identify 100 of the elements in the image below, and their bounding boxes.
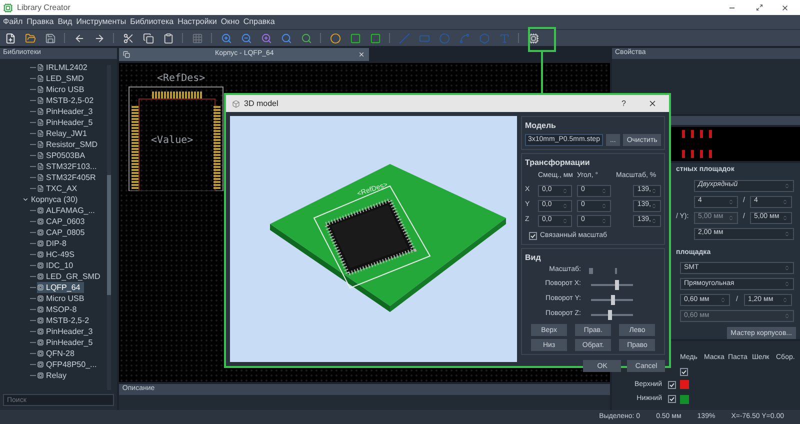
window-title: Library Creator bbox=[17, 2, 70, 14]
tree-item[interactable]: MSTB-2,5-02 bbox=[37, 95, 98, 106]
layer-color-swatch[interactable] bbox=[680, 380, 689, 390]
new-file-icon[interactable] bbox=[4, 32, 16, 44]
checkbox[interactable] bbox=[680, 368, 688, 376]
clipboard-icon[interactable] bbox=[162, 32, 174, 44]
tree-item[interactable]: ALFAMAG_... bbox=[37, 205, 99, 216]
arrow-left-icon[interactable] bbox=[73, 32, 85, 44]
circle-icon[interactable] bbox=[329, 32, 341, 44]
chip-icon bbox=[37, 218, 44, 225]
chip-icon bbox=[37, 317, 44, 324]
tree-item[interactable]: PinHeader_5 bbox=[37, 117, 97, 128]
chip-icon bbox=[37, 295, 44, 302]
maximize-icon bbox=[756, 4, 763, 11]
tree-item[interactable]: PinHeader_3 bbox=[37, 326, 97, 337]
symbol-icon bbox=[37, 97, 44, 104]
open-folder-icon[interactable] bbox=[24, 32, 36, 44]
chip-icon bbox=[37, 251, 44, 258]
save-icon[interactable] bbox=[44, 32, 56, 44]
symbol-icon bbox=[37, 130, 44, 137]
menu-item[interactable]: Файл bbox=[3, 16, 23, 28]
chip-icon bbox=[37, 372, 44, 379]
menu-item[interactable]: Настройки bbox=[178, 16, 217, 28]
tree-folder[interactable]: Корпуса (30) bbox=[0, 194, 78, 205]
tree-item[interactable]: SP0503BA bbox=[37, 150, 90, 161]
menu-item[interactable]: Инструменты bbox=[76, 16, 126, 28]
tree-item[interactable]: HC-49S bbox=[37, 249, 78, 260]
tree-item[interactable]: STM32F405R bbox=[37, 172, 100, 183]
chip-icon[interactable] bbox=[527, 32, 539, 44]
tree-item[interactable]: Relay_JW1 bbox=[37, 128, 91, 139]
chip-icon bbox=[37, 229, 44, 236]
check-icon bbox=[669, 396, 675, 402]
square-icon[interactable] bbox=[369, 32, 381, 44]
maximize-button[interactable] bbox=[756, 4, 763, 11]
layer-color-swatch[interactable] bbox=[680, 394, 689, 404]
chip-icon bbox=[37, 350, 44, 357]
slider-thumb[interactable] bbox=[608, 310, 612, 320]
tree-item[interactable]: LED_SMD bbox=[37, 73, 88, 84]
scrollbar[interactable] bbox=[107, 65, 112, 390]
help-button[interactable]: ? bbox=[622, 98, 626, 110]
menu-item[interactable]: Вид bbox=[58, 16, 72, 28]
symbol-icon bbox=[37, 163, 44, 170]
check-icon bbox=[669, 382, 675, 388]
group-title: Вид bbox=[525, 252, 542, 264]
tree-item[interactable]: PinHeader_5 bbox=[37, 337, 97, 348]
menu-item[interactable]: Библиотека bbox=[130, 16, 174, 28]
close-button[interactable] bbox=[781, 4, 789, 12]
chip-icon bbox=[37, 306, 44, 313]
tree-item[interactable]: LED_GR_SMD bbox=[37, 271, 104, 282]
symbol-icon bbox=[37, 64, 44, 71]
tree-item[interactable]: QFN-28 bbox=[37, 348, 78, 359]
zoom-in-icon[interactable] bbox=[260, 32, 272, 44]
tree-item[interactable]: PinHeader_3 bbox=[37, 106, 97, 117]
group-title: Трансформации bbox=[525, 157, 591, 169]
square-icon[interactable] bbox=[349, 32, 361, 44]
tree-item[interactable]: MSOP-8 bbox=[37, 304, 81, 315]
chip-icon bbox=[37, 328, 44, 335]
menu-item[interactable]: Правка bbox=[26, 16, 54, 28]
chip-icon bbox=[37, 240, 44, 247]
checkbox[interactable] bbox=[529, 232, 537, 240]
search-icon[interactable] bbox=[280, 32, 292, 44]
tree-item[interactable]: Micro USB bbox=[37, 293, 88, 304]
tree-item[interactable]: TXC_AX bbox=[37, 183, 82, 194]
scrollbar-thumb[interactable] bbox=[107, 175, 112, 295]
chip-icon bbox=[37, 361, 44, 368]
tree-item[interactable]: Micro USB bbox=[37, 84, 88, 95]
close-icon bbox=[781, 4, 789, 12]
tree-item[interactable]: STM32F103... bbox=[37, 161, 101, 172]
tree-item[interactable]: LQFP_64 bbox=[37, 282, 84, 293]
tree-item[interactable]: CAP_0805 bbox=[37, 227, 89, 238]
zoom-in-icon[interactable] bbox=[220, 32, 232, 44]
tab-icon bbox=[123, 51, 130, 58]
symbol-icon bbox=[37, 152, 44, 159]
zoom-out-icon[interactable] bbox=[240, 32, 252, 44]
arrow-right-icon[interactable] bbox=[93, 32, 105, 44]
check-icon bbox=[530, 232, 536, 239]
tree-item[interactable]: IDC_10 bbox=[37, 260, 78, 271]
tree-item[interactable]: MSTB-2,5-2 bbox=[37, 315, 94, 326]
tree-item[interactable]: CAP_0603 bbox=[37, 216, 89, 227]
symbol-icon bbox=[37, 119, 44, 126]
scissors-icon[interactable] bbox=[122, 32, 134, 44]
checkbox[interactable] bbox=[668, 395, 676, 404]
tree-item[interactable]: QFP48P50_... bbox=[37, 359, 101, 370]
symbol-icon bbox=[37, 75, 44, 82]
tree-item[interactable]: IRLML2402 bbox=[37, 62, 92, 73]
slider-thumb[interactable] bbox=[615, 280, 620, 290]
menu-item[interactable]: Окно bbox=[220, 16, 240, 28]
close-button[interactable] bbox=[648, 99, 657, 108]
slider-thumb[interactable] bbox=[610, 294, 615, 304]
chip-icon bbox=[37, 273, 44, 280]
tree-item[interactable]: Relay bbox=[37, 370, 70, 381]
close-tab-icon[interactable] bbox=[358, 51, 366, 58]
symbol-icon bbox=[37, 185, 44, 192]
menu-item[interactable]: Справка bbox=[243, 16, 275, 28]
copy-icon[interactable] bbox=[142, 32, 154, 44]
tree-item[interactable]: Resistor_SMD bbox=[37, 139, 102, 150]
search-icon[interactable] bbox=[300, 32, 312, 44]
checkbox[interactable] bbox=[668, 380, 676, 389]
tree-item[interactable]: DIP-8 bbox=[37, 238, 70, 249]
app-logo-icon bbox=[3, 2, 13, 12]
